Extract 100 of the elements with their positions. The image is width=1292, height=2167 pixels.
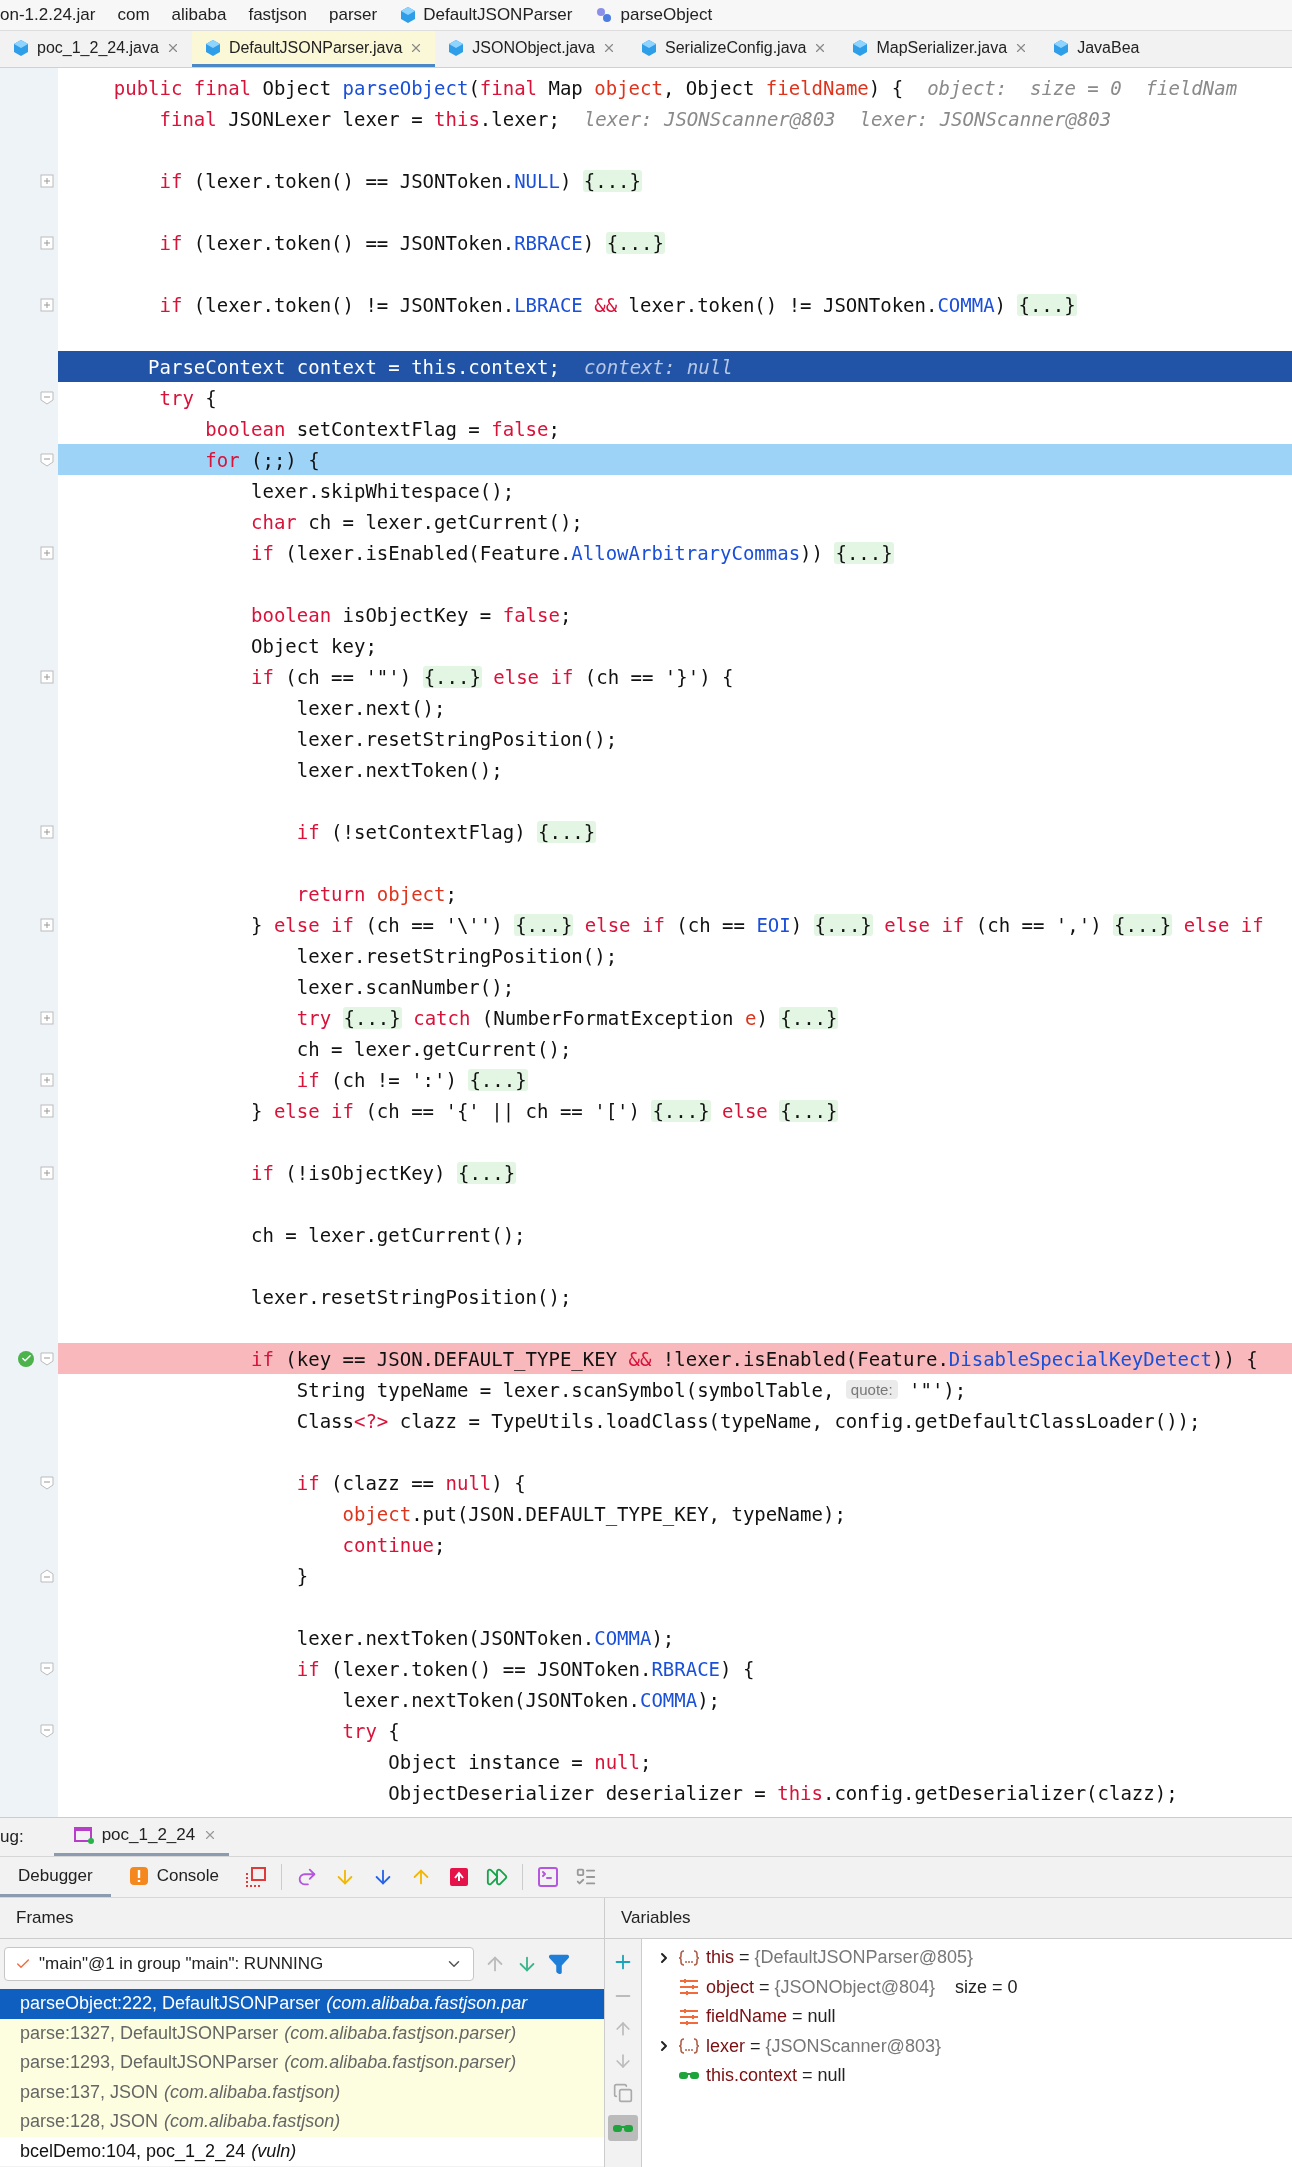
java-file-icon xyxy=(12,38,30,57)
stack-frame[interactable]: parse:128, JSON (com.alibaba.fastjson) xyxy=(0,2107,604,2137)
code-line: lexer.next(); xyxy=(295,696,446,719)
code-line: ch = lexer.getCurrent(); xyxy=(295,1037,572,1060)
variable-row[interactable]: this.context = null xyxy=(642,2061,1292,2091)
java-file-icon xyxy=(640,38,658,57)
code-line: try { xyxy=(341,1719,400,1742)
code-line: if (lexer.token() == JSONToken.RBRACE) {...} xyxy=(158,231,665,254)
debugger-tab[interactable]: Console xyxy=(110,1857,238,1897)
code-line: if (lexer.token() != JSONToken.LBRACE && lexer.token() != JSONToken.COMMA) {...} xyxy=(158,293,1077,316)
breadcrumb-item[interactable]: fastjson xyxy=(248,5,307,25)
filter-icon[interactable] xyxy=(548,1953,570,1975)
fold-expand-icon[interactable] xyxy=(40,1010,54,1025)
breadcrumb-item[interactable]: parseObject xyxy=(620,5,713,25)
object-icon xyxy=(678,1948,700,1967)
code-line: if (key == JSON.DEFAULT_TYPE_KEY && !lexer.isEnabled(Feature.DisableSpecialKeyDetect)) { xyxy=(250,1347,1258,1370)
code-line: ParseContext context = this.context; context: null xyxy=(147,355,733,378)
code-line: lexer.nextToken(); xyxy=(295,758,503,781)
fold-expand-icon[interactable] xyxy=(40,824,54,839)
code-line: object.put(JSON.DEFAULT_TYPE_KEY, typeName); xyxy=(341,1502,846,1525)
code-line: final JSONLexer lexer = this.lexer; lexer: JSONScanner@803 lexer: JSONScanner@803 xyxy=(158,107,1112,130)
drop-frame-icon[interactable] xyxy=(448,1866,471,1888)
fold-collapse-icon[interactable] xyxy=(40,1661,54,1676)
panel-title: Frames xyxy=(16,1908,74,1928)
fold-collapse-icon[interactable] xyxy=(40,1723,54,1738)
variable-extra: size = 0 xyxy=(954,1976,1018,1998)
variable-row[interactable]: lexer = {JSONScanner@803} xyxy=(642,2031,1292,2061)
code-line: ObjectDeserializer deserializer = this.config.getDeserializer(clazz); xyxy=(387,1781,1178,1804)
class-icon xyxy=(399,6,418,24)
fold-expand-icon[interactable] xyxy=(40,173,54,188)
evaluate-icon[interactable] xyxy=(536,1865,561,1889)
parameter-icon xyxy=(678,1978,700,1997)
editor-tab[interactable]: SerializeConfig.java xyxy=(628,31,840,67)
fold-expand-icon[interactable] xyxy=(40,235,54,250)
fold-collapse-icon[interactable] xyxy=(40,452,54,467)
code-line: String typeName = lexer.scanSymbol(symbolTable, quote: '"'); xyxy=(295,1378,967,1401)
breakpoint-icon[interactable] xyxy=(18,1350,34,1367)
breadcrumb-item[interactable]: DefaultJSONParser xyxy=(423,5,573,25)
code-line: try { xyxy=(158,386,217,409)
copy-icon[interactable] xyxy=(613,2083,633,2103)
code-line: lexer.resetStringPosition(); xyxy=(250,1285,572,1308)
frames-layout-icon[interactable] xyxy=(245,1866,268,1888)
code-line: boolean isObjectKey = false; xyxy=(250,603,572,626)
code-line: if (!setContextFlag) {...} xyxy=(295,820,597,843)
code-line: Object key; xyxy=(250,634,377,657)
debugger-tab[interactable]: Debugger xyxy=(0,1857,111,1897)
session-tab[interactable]: poc_1_2_24 xyxy=(53,1825,230,1856)
code-line: lexer.scanNumber(); xyxy=(295,975,515,998)
stack-frame[interactable]: parse:1327, DefaultJSONParser (com.alibaba.fastjson.parser) xyxy=(0,2018,604,2048)
fold-expand-icon[interactable] xyxy=(40,1103,54,1118)
code-line: lexer.skipWhitespace(); xyxy=(250,479,515,502)
fold-expand-icon[interactable] xyxy=(40,1072,54,1087)
panel-title: Variables xyxy=(621,1908,691,1928)
watch-glasses-icon xyxy=(612,2123,634,2133)
code-line: lexer.nextToken(JSONToken.COMMA); xyxy=(295,1626,675,1649)
fold-collapse-icon[interactable] xyxy=(40,1475,54,1490)
variable-row[interactable]: fieldName = null xyxy=(642,2002,1292,2032)
fold-collapse-icon[interactable] xyxy=(40,1351,54,1366)
breadcrumb-item[interactable]: alibaba xyxy=(171,5,227,25)
stack-frame[interactable]: parse:1293, DefaultJSONParser (com.alibaba.fastjson.parser) xyxy=(0,2048,604,2078)
breadcrumb-item[interactable]: parser xyxy=(329,5,378,25)
run-to-cursor-icon[interactable] xyxy=(486,1866,509,1888)
code-line: if (ch != ':') {...} xyxy=(295,1068,528,1091)
stack-frame[interactable]: parse:137, JSON (com.alibaba.fastjson) xyxy=(0,2077,604,2107)
fold-expand-icon[interactable] xyxy=(40,545,54,560)
editor-tab[interactable]: DefaultJSONParser.java xyxy=(191,31,436,67)
fold-collapse-icon[interactable] xyxy=(40,390,54,405)
code-line: if (ch == '"') {...} else if (ch == '}') { xyxy=(250,665,734,688)
fold-expand-icon[interactable] xyxy=(40,669,54,684)
code-line: lexer.nextToken(JSONToken.COMMA); xyxy=(341,1688,721,1711)
breadcrumb-item[interactable]: com xyxy=(117,5,150,25)
code-line: } xyxy=(295,1564,309,1587)
code-line: if (lexer.token() == JSONToken.NULL) {...} xyxy=(158,169,642,192)
object-icon xyxy=(678,2037,700,2056)
fold-expand-icon[interactable] xyxy=(40,297,54,312)
thread-dropdown[interactable]: "main"@1 in group "main": RUNNING xyxy=(4,1947,474,1981)
code-line: char ch = lexer.getCurrent(); xyxy=(250,510,583,533)
variable-text: object = {JSONObject@804} xyxy=(706,1976,935,1998)
window-icon xyxy=(73,1826,94,1844)
watch-glasses-icon xyxy=(678,2071,700,2081)
editor-tab[interactable]: MapSerializer.java xyxy=(839,31,1041,67)
variable-row[interactable]: this = {DefaultJSONParser@805} xyxy=(642,1943,1292,1973)
code-line: try {...} catch (NumberFormatException e) {...} xyxy=(295,1006,839,1029)
code-line: continue; xyxy=(341,1533,446,1556)
editor-tab[interactable]: JSONObject.java xyxy=(435,31,628,67)
breadcrumb-item[interactable]: on-1.2.24.jar xyxy=(0,5,96,25)
stack-frame[interactable]: parseObject:222, DefaultJSONParser (com.alibaba.fastjson.par xyxy=(0,1989,604,2019)
code-line: if (lexer.token() == JSONToken.RBRACE) { xyxy=(295,1657,755,1680)
fold-end-icon[interactable] xyxy=(40,1568,54,1583)
parameter-icon xyxy=(678,2007,700,2026)
fold-expand-icon[interactable] xyxy=(40,1165,54,1180)
editor-tab[interactable]: JavaBea xyxy=(1040,31,1152,67)
editor-tab[interactable]: poc_1_2_24.java xyxy=(0,31,192,67)
code-line: if (!isObjectKey) {...} xyxy=(250,1161,517,1184)
fold-expand-icon[interactable] xyxy=(40,917,54,932)
code-line: lexer.resetStringPosition(); xyxy=(295,944,618,967)
watches-button[interactable] xyxy=(608,2115,638,2141)
stack-frame[interactable]: bcelDemo:104, poc_1_2_24 (vuln) xyxy=(0,2136,604,2166)
code-line: if (lexer.isEnabled(Feature.AllowArbitraryCommas)) {...} xyxy=(250,541,894,564)
variable-row[interactable]: object = {JSONObject@804} size = 0 xyxy=(642,1972,1292,2002)
